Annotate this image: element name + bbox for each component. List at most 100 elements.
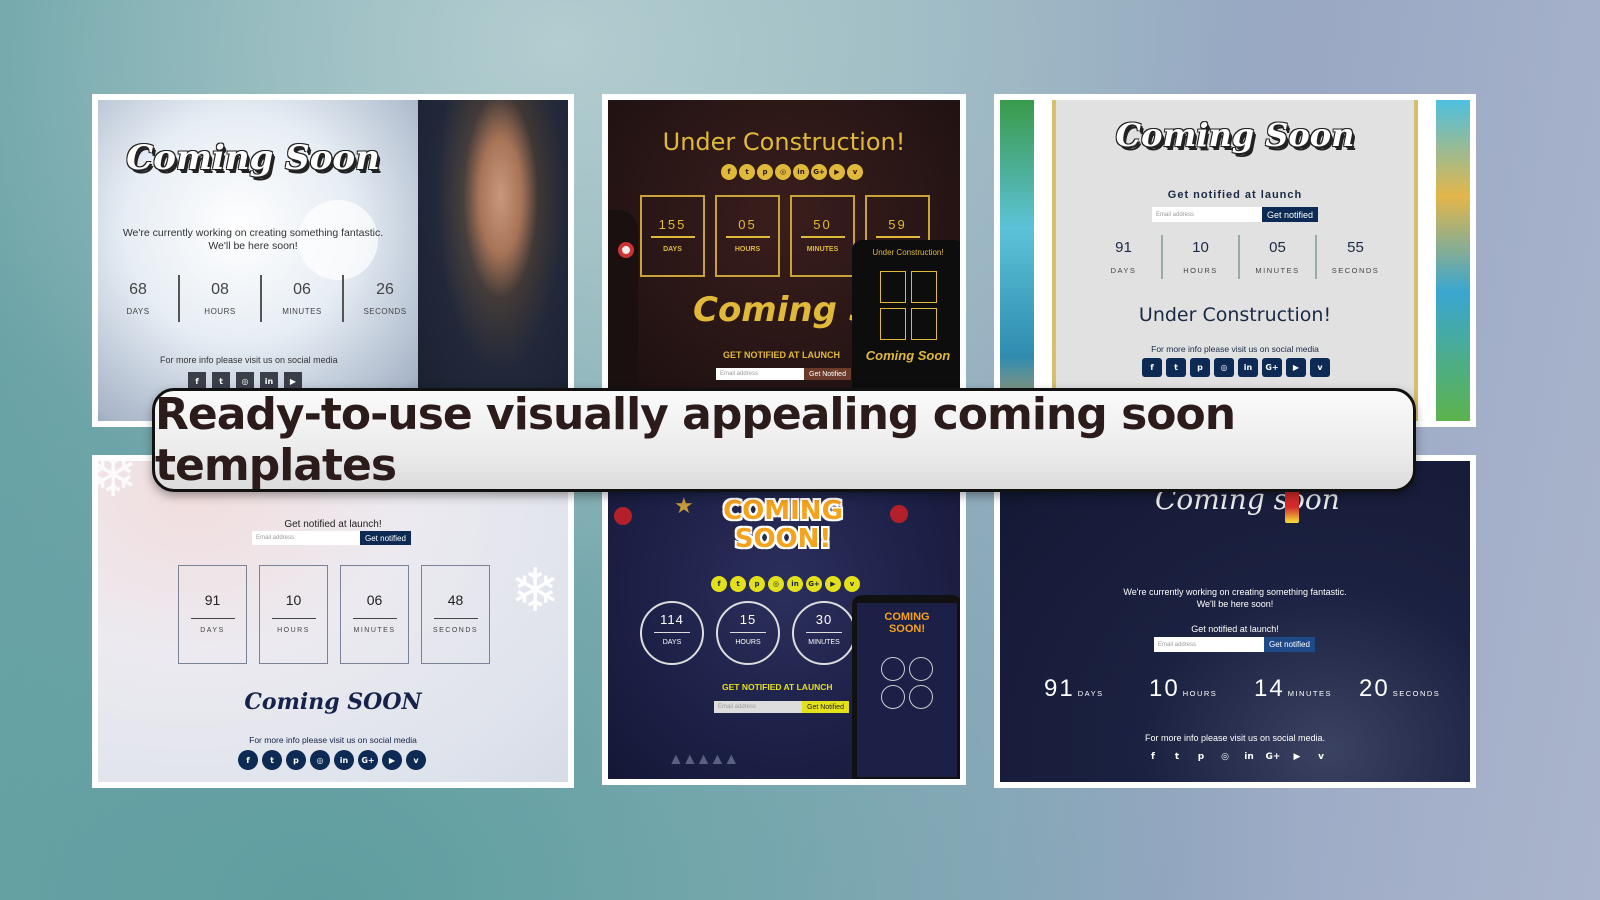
twitter-icon[interactable]: t xyxy=(1168,750,1186,764)
get-notified-button[interactable]: Get Notified xyxy=(802,701,849,713)
email-input[interactable]: Email address xyxy=(714,701,802,713)
instagram-icon[interactable]: ◎ xyxy=(775,164,791,180)
template-card-6[interactable]: Coming soon We're currently working on c… xyxy=(994,455,1476,788)
countdown-days: 91 DAYS xyxy=(1086,235,1163,279)
facebook-icon[interactable]: f xyxy=(1144,750,1162,764)
countdown-value: 91 xyxy=(190,592,235,619)
vimeo-icon[interactable]: v xyxy=(844,576,860,592)
google-plus-icon[interactable]: G+ xyxy=(358,750,378,770)
facebook-icon[interactable]: f xyxy=(238,750,258,770)
linkedin-icon[interactable]: in xyxy=(787,576,803,592)
phone-cell xyxy=(910,308,937,340)
countdown-value: 91 xyxy=(1115,239,1132,256)
ornament-icon xyxy=(890,505,908,523)
countdown-days: 91 DAYS xyxy=(178,565,247,664)
template-card-2[interactable]: Under Construction! f t p ◎ in G+ ▶ v 155 DAYS 05… xyxy=(602,94,966,394)
youtube-icon[interactable]: ▶ xyxy=(1288,750,1306,764)
google-plus-icon[interactable]: G+ xyxy=(1264,750,1282,764)
countdown-label: HOURS xyxy=(1182,689,1218,698)
countdown-value: 30 xyxy=(806,612,842,633)
countdown: 91 DAYS 10 HOURS 06 MINUTES 48 SECONDS xyxy=(178,565,490,664)
vimeo-icon[interactable]: v xyxy=(1312,750,1330,764)
countdown-minutes: 50 MINUTES xyxy=(790,195,855,277)
twitter-icon[interactable]: t xyxy=(739,164,755,180)
template-card-4[interactable]: ❄ ❄ Get notified at launch! Email addres… xyxy=(92,455,574,788)
email-form: Email address Get notified xyxy=(252,531,411,545)
get-notified-button[interactable]: Get Notified xyxy=(804,368,851,380)
countdown-value: 10 xyxy=(1149,675,1180,702)
linkedin-icon[interactable]: in xyxy=(1238,358,1258,377)
linkedin-icon[interactable]: in xyxy=(334,750,354,770)
countdown-value: 10 xyxy=(1192,239,1209,256)
countdown-label: DAYS xyxy=(662,639,682,646)
countdown-label: MINUTES xyxy=(353,627,396,634)
white-gap xyxy=(1418,100,1436,421)
instagram-icon[interactable]: ◎ xyxy=(1214,358,1234,377)
pinterest-icon[interactable]: p xyxy=(1192,750,1210,764)
get-notified-button[interactable]: Get notified xyxy=(1262,207,1319,222)
social-icons: f t p ◎ in G+ ▶ v xyxy=(711,576,860,592)
vimeo-icon[interactable]: v xyxy=(1310,358,1330,377)
countdown-label: DAYS xyxy=(1077,689,1104,698)
linkedin-icon[interactable]: in xyxy=(1240,750,1258,764)
template-card-3[interactable]: Coming Soon Get notified at launch Email… xyxy=(994,94,1476,427)
countdown-label: MINUTES xyxy=(808,639,840,646)
owl-illustration xyxy=(608,210,638,388)
phone-countdown xyxy=(857,271,959,340)
vimeo-icon[interactable]: v xyxy=(406,750,426,770)
youtube-icon[interactable]: ▶ xyxy=(829,164,845,180)
message-line: We're currently working on creating some… xyxy=(1123,587,1347,597)
template-card-5[interactable]: COMING SOON! ★ f t p ◎ in G+ ▶ v 114 DAYS 15 HOURS… xyxy=(602,455,966,785)
countdown-days: 91 DAYS xyxy=(1044,675,1149,703)
instagram-icon[interactable]: ◎ xyxy=(1216,750,1234,764)
instagram-icon[interactable]: ◎ xyxy=(310,750,330,770)
notify-heading: GET NOTIFIED AT LAUNCH xyxy=(722,682,833,692)
countdown-hours: 10 HOURS xyxy=(259,565,328,664)
phone-cell xyxy=(909,657,933,681)
phone-cell xyxy=(879,271,906,303)
template-card-1[interactable]: Coming Soon We're currently working on c… xyxy=(92,94,574,427)
email-input[interactable]: Email address xyxy=(716,368,804,380)
countdown-hours: 10 HOURS xyxy=(1163,235,1240,279)
pinterest-icon[interactable]: p xyxy=(757,164,773,180)
countdown-label: SECONDS xyxy=(432,627,479,634)
white-gap xyxy=(1034,100,1052,421)
instagram-icon[interactable]: ◎ xyxy=(768,576,784,592)
youtube-icon[interactable]: ▶ xyxy=(1286,358,1306,377)
countdown-hours: 05 HOURS xyxy=(715,195,780,277)
countdown-value: 59 xyxy=(875,217,920,238)
google-plus-icon[interactable]: G+ xyxy=(806,576,822,592)
countdown-label: MINUTES xyxy=(1287,689,1332,698)
countdown: 91 DAYS 10 HOURS 14 MINUTES 20 SECONDS xyxy=(1044,675,1464,703)
twitter-icon[interactable]: t xyxy=(262,750,282,770)
vimeo-icon[interactable]: v xyxy=(847,164,863,180)
countdown-seconds: 20 SECONDS xyxy=(1359,675,1464,703)
twitter-icon[interactable]: t xyxy=(1166,358,1186,377)
youtube-icon[interactable]: ▶ xyxy=(825,576,841,592)
pinterest-icon[interactable]: p xyxy=(749,576,765,592)
email-input[interactable]: Email address xyxy=(1152,207,1262,222)
get-notified-button[interactable]: Get notified xyxy=(360,531,411,545)
get-notified-button[interactable]: Get notified xyxy=(1264,637,1315,652)
countdown-label: MINUTES xyxy=(1255,266,1300,275)
google-plus-icon[interactable]: G+ xyxy=(1262,358,1282,377)
facebook-icon[interactable]: f xyxy=(711,576,727,592)
countdown-seconds: 55 SECONDS xyxy=(1317,235,1394,279)
facebook-icon[interactable]: f xyxy=(1142,358,1162,377)
pinterest-icon[interactable]: p xyxy=(286,750,306,770)
countdown-value: 26 xyxy=(376,281,394,298)
countdown: 114 DAYS 15 HOURS 30 MINUTES xyxy=(640,601,856,665)
countdown-value: 114 xyxy=(654,612,690,633)
countdown-minutes: 14 MINUTES xyxy=(1254,675,1359,703)
template-preview: Coming Soon We're currently working on c… xyxy=(98,100,568,421)
youtube-icon[interactable]: ▶ xyxy=(382,750,402,770)
email-input[interactable]: Email address xyxy=(1154,637,1264,652)
google-plus-icon[interactable]: G+ xyxy=(811,164,827,180)
twitter-icon[interactable]: t xyxy=(730,576,746,592)
linkedin-icon[interactable]: in xyxy=(793,164,809,180)
pinterest-icon[interactable]: p xyxy=(1190,358,1210,377)
email-input[interactable]: Email address xyxy=(252,531,360,545)
facebook-icon[interactable]: f xyxy=(721,164,737,180)
template-preview: ❄ ❄ Get notified at launch! Email addres… xyxy=(98,461,568,782)
phone-logo: Coming Soon xyxy=(865,348,951,363)
